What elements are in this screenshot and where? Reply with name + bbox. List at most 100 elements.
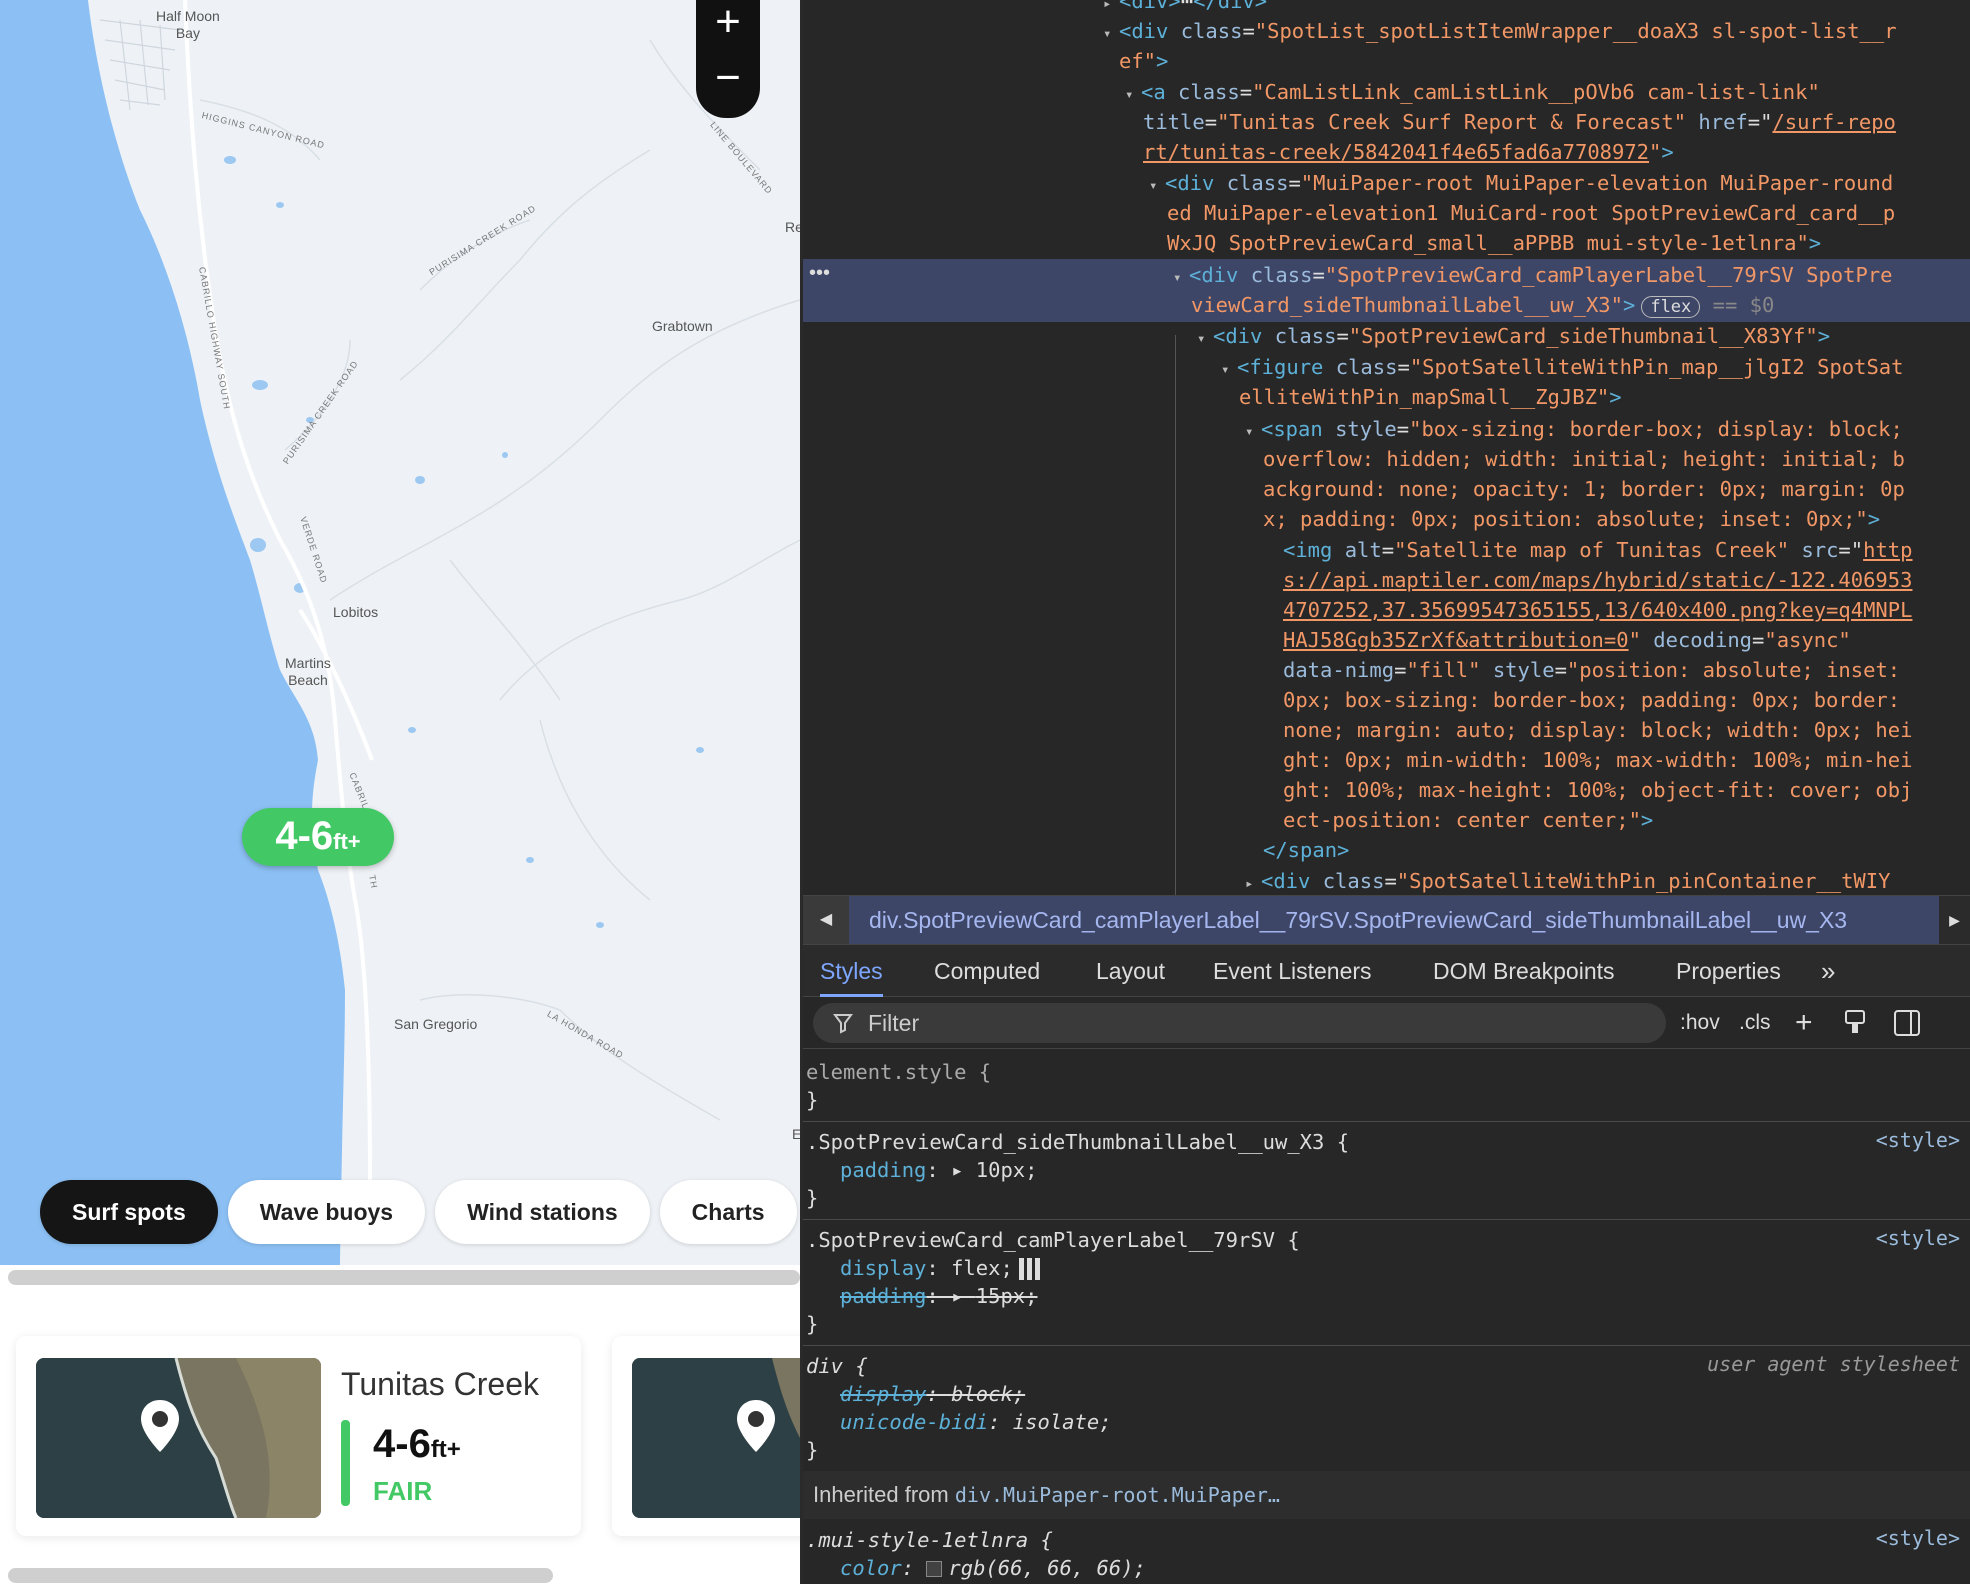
tab-styles[interactable]: Styles <box>820 945 883 997</box>
inherited-from-header: Inherited from div.MuiPaper-root.MuiPape… <box>803 1471 1970 1519</box>
element-style-rule[interactable]: element.style { <box>806 1058 991 1086</box>
flex-badge[interactable]: flex <box>1641 296 1701 318</box>
styles-toolbar: Filter :hov .cls + <box>803 997 1970 1049</box>
marker-unit: ft+ <box>333 829 361 854</box>
dom-line[interactable]: ef"> <box>1119 46 1168 76</box>
rule1-declaration[interactable]: padding: ▸ 10px; <box>840 1156 1038 1184</box>
place-martins-beach: Martins Beach <box>285 655 331 688</box>
rule-close: } <box>806 1312 819 1336</box>
dom-line[interactable]: rt/tunitas-creek/5842041f4e65fad6a770897… <box>1143 137 1674 167</box>
rule-separator <box>803 1219 1970 1220</box>
tab-properties[interactable]: Properties <box>1676 945 1781 997</box>
place-lobitos: Lobitos <box>333 604 379 620</box>
rule2-source-link[interactable]: <style> <box>1876 1226 1960 1250</box>
cls-toggle[interactable]: .cls <box>1739 1003 1771 1043</box>
dom-line[interactable]: WxJQ SpotPreviewCard_small__aPPBB mui-st… <box>1167 228 1821 258</box>
chip-wave-buoys[interactable]: Wave buoys <box>227 1180 426 1244</box>
dom-line[interactable]: ght: 100%; max-height: 100%; object-fit:… <box>1283 775 1912 805</box>
zoom-out-button[interactable]: − <box>696 56 760 112</box>
dom-line[interactable]: s://api.maptiler.com/maps/hybrid/static/… <box>1283 565 1912 595</box>
color-swatch[interactable] <box>926 1561 943 1577</box>
dom-line[interactable]: ▾ <figure class="SpotSatelliteWithPin_map… <box>1221 352 1904 385</box>
rule2-selector[interactable]: .SpotPreviewCard_camPlayerLabel__79rSV { <box>806 1226 1300 1254</box>
inherited-link[interactable]: div.MuiPaper-root.MuiPaper… <box>955 1483 1280 1507</box>
chip-wind-stations[interactable]: Wind stations <box>435 1180 650 1244</box>
spot-card[interactable]: Tunitas Creek 4-6 ft+ FAIR <box>16 1336 581 1536</box>
map-canvas[interactable]: Half Moon Bay Grabtown Lobitos Martins B… <box>0 0 800 1265</box>
dom-line[interactable]: ▾ <div class="SpotPreviewCard_sideThumbna… <box>1197 321 1830 354</box>
spot-wave-height: 4-6 ft+ <box>373 1422 461 1467</box>
spot-card-next[interactable] <box>612 1336 800 1536</box>
hov-toggle[interactable]: :hov <box>1680 1003 1720 1043</box>
tab-layout[interactable]: Layout <box>1096 945 1165 997</box>
filter-icon <box>833 1003 853 1047</box>
filter-placeholder: Filter <box>868 1010 920 1036</box>
chip-charts[interactable]: Charts <box>659 1180 797 1244</box>
dom-line[interactable]: x; padding: 0px; position: absolute; ins… <box>1263 504 1880 534</box>
rule3-declaration-bidi[interactable]: unicode-bidi: isolate; <box>840 1408 1112 1436</box>
dom-line[interactable]: ▾ <span style="box-sizing: border-box; di… <box>1245 414 1903 447</box>
layer-chip-row: Surf spots Wave buoys Wind stations Char… <box>40 1180 797 1244</box>
tab-computed[interactable]: Computed <box>934 945 1040 997</box>
rule4-source-link[interactable]: <style> <box>1876 1526 1960 1550</box>
dom-line-selected[interactable]: viewCard_sideThumbnailLabel__uw_X3"> flex… <box>1191 290 1774 320</box>
rule-separator <box>803 1121 1970 1122</box>
rule4-selector[interactable]: .mui-style-1etlnra { <box>806 1526 1053 1554</box>
rule3-source: user agent stylesheet <box>1707 1352 1960 1376</box>
surf-spot-marker[interactable]: 4-6 ft+ <box>242 808 394 866</box>
dom-line[interactable]: ▸ <div class="SpotSatelliteWithPin_pinCon… <box>1245 866 1890 895</box>
map-base-layer <box>0 0 800 1265</box>
dom-line[interactable]: ▾ <a class="CamListLink_camListLink__pOVb… <box>1125 77 1820 110</box>
tab-dom-breakpoints[interactable]: DOM Breakpoints <box>1433 945 1615 997</box>
place-re: Re <box>785 219 800 235</box>
dom-line[interactable]: </span> <box>1263 835 1349 865</box>
rule2-declaration-display[interactable]: display: flex; <box>840 1254 1041 1282</box>
map-horizontal-scrollbar[interactable] <box>8 1270 800 1285</box>
spot-rating: FAIR <box>373 1476 433 1506</box>
dom-line[interactable]: ect-position: center center;"> <box>1283 805 1653 835</box>
dom-line[interactable]: <img alt="Satellite map of Tunitas Creek… <box>1283 535 1912 565</box>
place-e: E <box>792 1126 800 1142</box>
chip-surf-spots[interactable]: Surf spots <box>40 1180 218 1244</box>
paint-icon[interactable] <box>1843 1003 1867 1043</box>
rule4-declaration-color[interactable]: color: rgb(66, 66, 66); <box>840 1554 1146 1582</box>
dom-line[interactable]: ed MuiPaper-elevation1 MuiCard-root Spot… <box>1167 198 1895 228</box>
breadcrumb-back-icon[interactable]: ◀ <box>803 896 849 944</box>
more-tabs-icon[interactable]: » <box>1821 945 1835 997</box>
dom-line[interactable]: ght: 0px; min-width: 100%; max-width: 10… <box>1283 745 1912 775</box>
dom-line[interactable]: 0px; box-sizing: border-box; padding: 0p… <box>1283 685 1900 715</box>
dom-line[interactable]: ackground: none; opacity: 1; border: 0px… <box>1263 474 1905 504</box>
tab-event-listeners[interactable]: Event Listeners <box>1213 945 1372 997</box>
dom-line-selected[interactable]: ▾ <div class="SpotPreviewCard_camPlayerLa… <box>1173 260 1893 293</box>
dom-line[interactable]: HAJ58Ggb35ZrXf&attribution=0" decoding="… <box>1283 625 1851 655</box>
rule-close: } <box>806 1438 819 1462</box>
dom-line[interactable]: 4707252,37.35699547365155,13/640x400.png… <box>1283 595 1912 625</box>
breadcrumb-bar: ◀ div.SpotPreviewCard_camPlayerLabel__79… <box>803 895 1970 945</box>
breadcrumb-forward-icon[interactable]: ▶ <box>1939 896 1970 944</box>
zoom-in-button[interactable]: + <box>696 0 760 56</box>
marker-height: 4-6 <box>275 814 334 858</box>
node-actions-icon[interactable]: ••• <box>809 262 830 285</box>
dom-line[interactable]: none; margin: auto; display: block; widt… <box>1283 715 1912 745</box>
cards-horizontal-scrollbar[interactable] <box>8 1568 553 1583</box>
rule2-declaration-padding[interactable]: padding: ▸ 15px; <box>840 1282 1038 1310</box>
rule1-source-link[interactable]: <style> <box>1876 1128 1960 1152</box>
dom-line[interactable]: data-nimg="fill" style="position: absolu… <box>1283 655 1900 685</box>
flexbox-editor-icon[interactable] <box>1018 1258 1041 1280</box>
dom-line[interactable]: ▾ <div class="MuiPaper-root MuiPaper-elev… <box>1149 168 1893 201</box>
dom-line[interactable]: title="Tunitas Creek Surf Report & Forec… <box>1143 107 1896 137</box>
dom-line[interactable]: overflow: hidden; width: initial; height… <box>1263 444 1905 474</box>
rule1-selector[interactable]: .SpotPreviewCard_sideThumbnailLabel__uw_… <box>806 1128 1349 1156</box>
breadcrumb[interactable]: div.SpotPreviewCard_camPlayerLabel__79rS… <box>849 896 1939 944</box>
devtools-panel: ••• ▸ <div>⋯</div> ▾ <div class="SpotList_… <box>803 0 1970 1584</box>
dom-line[interactable]: ▾ <div class="SpotList_spotListItemWrappe… <box>1103 16 1897 49</box>
dom-line[interactable]: elliteWithPin_mapSmall__ZgJBZ"> <box>1239 382 1622 412</box>
styles-filter-input[interactable]: Filter <box>813 1003 1666 1043</box>
spot-card-carousel: Tunitas Creek 4-6 ft+ FAIR <box>0 1300 800 1560</box>
sidebar-toggle-icon[interactable] <box>1893 1003 1921 1043</box>
rule3-selector[interactable]: div { <box>806 1352 868 1380</box>
place-half-moon-bay: Half Moon Bay <box>156 8 220 41</box>
rule3-declaration-display[interactable]: display: block; <box>840 1380 1025 1408</box>
rule-close: } <box>806 1088 819 1112</box>
new-rule-icon[interactable]: + <box>1795 1003 1813 1043</box>
